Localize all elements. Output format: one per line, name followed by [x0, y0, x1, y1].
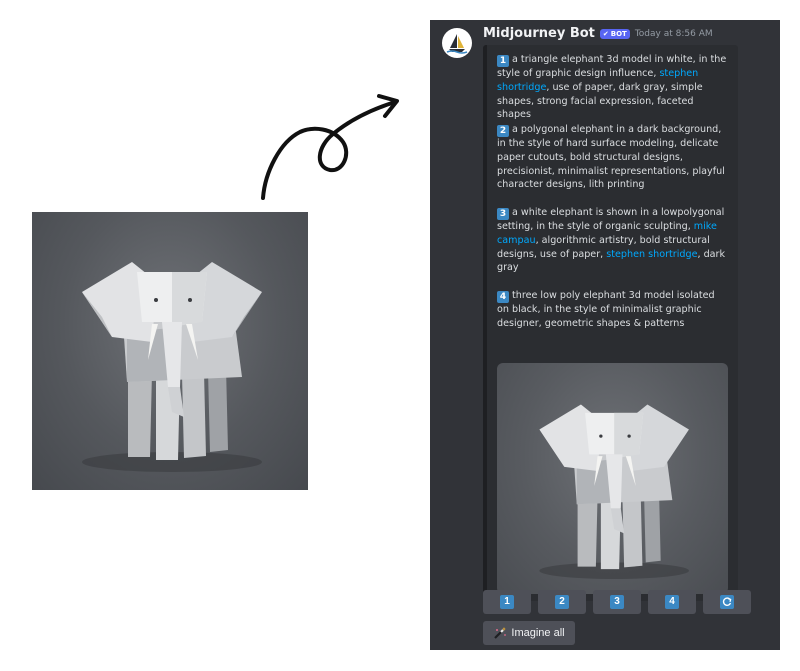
select-2-button[interactable]: 2	[538, 590, 586, 614]
message-header: Midjourney Bot ✔ BOT Today at 8:56 AM	[483, 26, 713, 41]
number-keycap-icon: 4	[497, 291, 509, 303]
curved-arrow-icon	[261, 94, 399, 200]
sailboat-icon	[446, 34, 468, 54]
select-4-button[interactable]: 4	[648, 590, 696, 614]
number-keycap-icon: 1	[497, 55, 509, 67]
prompt-4: 4 three low poly elephant 3d model isolat…	[497, 289, 729, 331]
checkmark-icon: ✔	[602, 29, 609, 38]
prompt-2: 2a polygonal elephant in a dark backgrou…	[497, 123, 729, 192]
embed-elephant-image[interactable]	[497, 363, 728, 594]
prompt-text: a white elephant is shown in a lowpolygo…	[497, 207, 725, 232]
describe-embed: 1a triangle elephant 3d model in white, …	[483, 45, 738, 601]
magic-wand-icon	[494, 627, 507, 639]
bot-badge: ✔ BOT	[599, 28, 630, 39]
imagine-all-button[interactable]: Imagine all	[483, 621, 575, 645]
reroll-button[interactable]	[703, 590, 751, 614]
prompt-text: three low poly elephant 3d model isolate…	[497, 290, 715, 329]
midjourney-avatar[interactable]	[442, 28, 472, 58]
author-name[interactable]: Midjourney Bot	[483, 26, 595, 41]
discord-message-panel: Midjourney Bot ✔ BOT Today at 8:56 AM 1a…	[430, 20, 780, 650]
prompt-text: a polygonal elephant in a dark backgroun…	[497, 124, 725, 191]
select-3-button[interactable]: 3	[593, 590, 641, 614]
number-keycap-icon: 3	[497, 208, 509, 220]
artist-link[interactable]: stephen shortridge	[606, 249, 697, 260]
elephant-image	[32, 212, 308, 490]
refresh-icon	[720, 595, 734, 609]
prompt-1: 1a triangle elephant 3d model in white, …	[497, 53, 729, 122]
prompt-3: 3a white elephant is shown in a lowpolyg…	[497, 206, 729, 275]
select-1-button[interactable]: 1	[483, 590, 531, 614]
timestamp: Today at 8:56 AM	[634, 28, 713, 39]
number-keycap-icon: 2	[497, 125, 509, 137]
